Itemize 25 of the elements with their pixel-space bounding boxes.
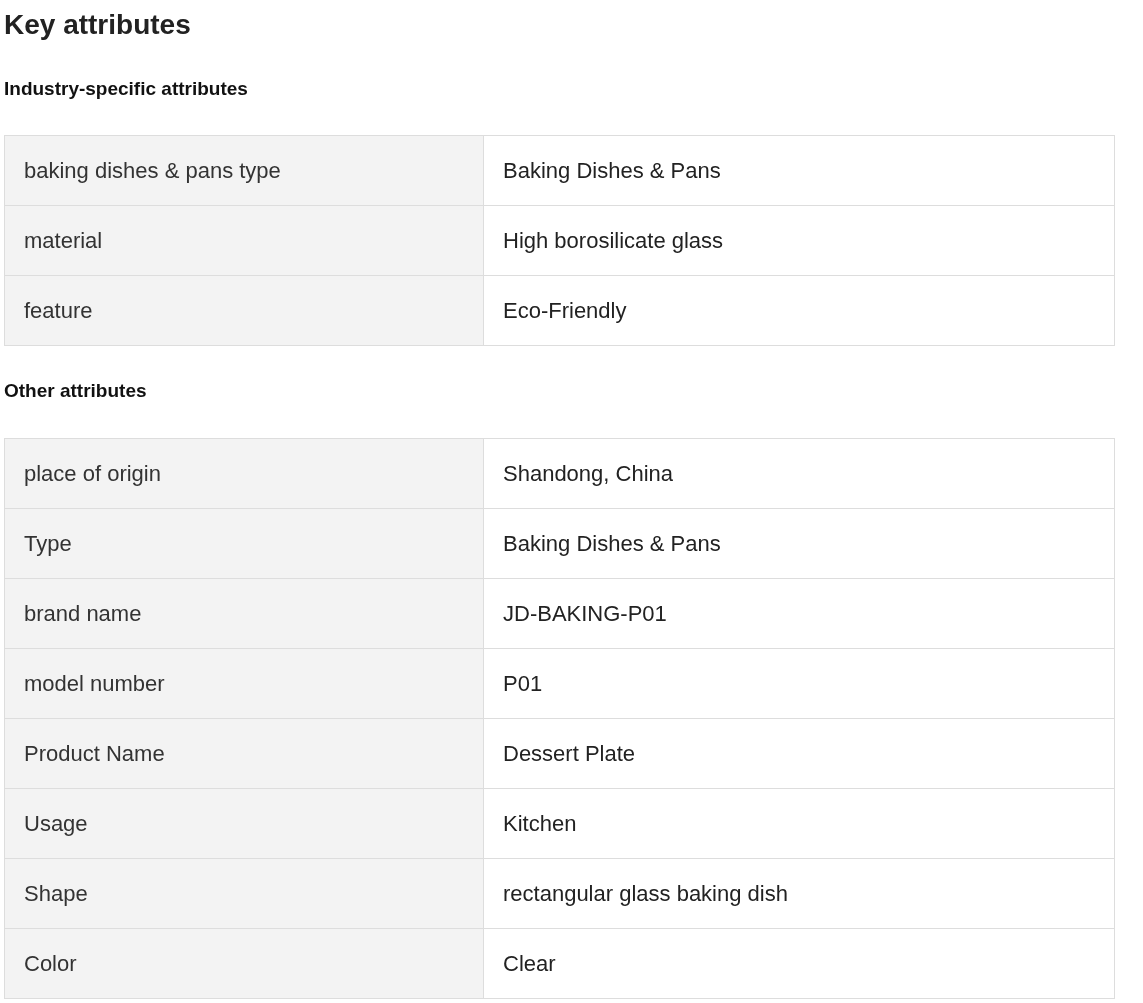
attribute-value-cell-text: Baking Dishes & Pans [502,156,722,185]
page-heading: Key attributes [4,8,192,42]
attribute-name-cell: Type [5,509,484,578]
attribute-name-cell: model number [5,649,484,718]
attribute-name-cell: feature [5,276,484,345]
attribute-name-cell: brand name [5,579,484,648]
attribute-value-cell-text: rectangular glass baking dish [502,879,789,908]
attribute-value-cell-text: Kitchen [502,809,578,838]
attribute-name-cell: place of origin [5,439,484,508]
attribute-value-cell-text: Eco-Friendly [502,296,628,325]
section-heading: Other attributes [4,379,147,403]
attribute-value-cell-text: Dessert Plate [502,739,637,768]
attribute-value-cell-text: P01 [502,669,544,698]
attribute-value-cell-text: Baking Dishes & Pans [502,529,722,558]
attribute-value-cell-text: High borosilicate glass [502,226,725,255]
attribute-value-cell-text: JD-BAKING-P01 [502,599,668,628]
attribute-name-cell: material [5,206,484,275]
attribute-name-cell: baking dishes & pans type [5,136,484,205]
attribute-name-cell: Color [5,929,484,998]
attribute-value-cell-text: Shandong, China [502,459,675,488]
section-heading: Industry-specific attributes [4,77,248,101]
attribute-name-cell: Usage [5,789,484,858]
attribute-value-cell-text: Clear [502,949,557,978]
attribute-name-cell: Shape [5,859,484,928]
attribute-name-cell: Product Name [5,719,484,788]
